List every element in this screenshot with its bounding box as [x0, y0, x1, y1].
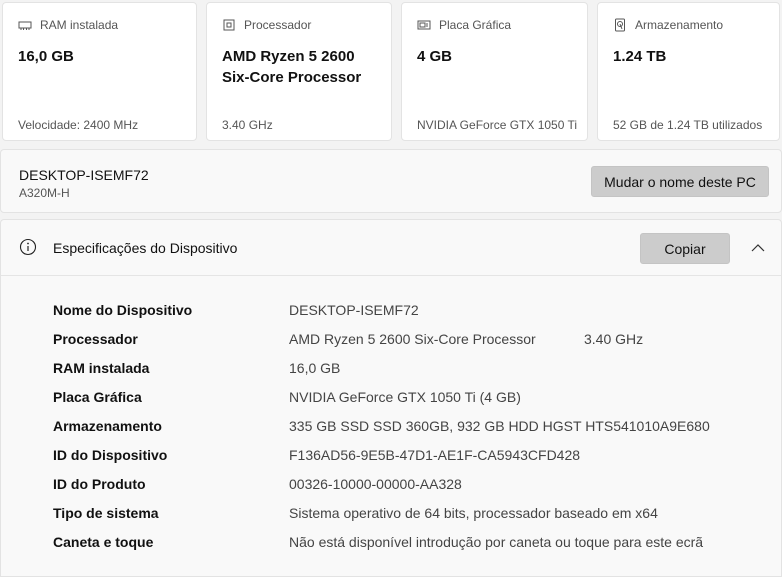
spec-row: Armazenamento 335 GB SSD SSD 360GB, 932 G…: [1, 414, 781, 443]
specs-title: Especificações do Dispositivo: [53, 240, 238, 256]
spec-row: ID do Produto 00326-10000-00000-AA328: [1, 472, 781, 501]
ram-card-value: 16,0 GB: [18, 48, 74, 65]
processor-card-footer: 3.40 GHz: [222, 118, 273, 132]
specs-list: Nome do Dispositivo DESKTOP-ISEMF72 Proces…: [1, 298, 781, 559]
processor-card: Processador AMD Ryzen 5 2600 Six-Core Pr…: [206, 2, 392, 141]
spec-value: 00326-10000-00000-AA328: [289, 476, 462, 492]
spec-label: Armazenamento: [53, 418, 162, 434]
graphics-card-header: Placa Gráfica: [417, 18, 511, 32]
spec-value-extra: 3.40 GHz: [584, 331, 644, 347]
spec-row: Placa Gráfica NVIDIA GeForce GTX 1050 Ti …: [1, 385, 781, 414]
spec-row: RAM instalada 16,0 GB: [1, 356, 781, 385]
graphics-card-title: Placa Gráfica: [439, 18, 512, 32]
spec-row: Processador AMD Ryzen 5 2600 Six-Core Pro…: [1, 327, 781, 356]
spec-label: RAM instalada: [53, 360, 150, 376]
copy-button[interactable]: Copiar: [640, 233, 730, 264]
spec-value: 16,0 GB: [289, 360, 341, 376]
spec-row: Nome do Dispositivo DESKTOP-ISEMF72: [1, 298, 781, 327]
processor-card-value: AMD Ryzen 5 2600 Six-Core Processor: [222, 48, 362, 86]
processor-card-title: Processador: [244, 18, 312, 32]
storage-card-header: Armazenamento: [613, 18, 723, 32]
storage-card-footer: 52 GB de 1.24 TB utilizados: [613, 118, 763, 132]
spec-row: Tipo de sistema Sistema operativo de 64 b…: [1, 501, 781, 530]
graphics-card: Placa Gráfica 4 GB NVIDIA GeForce GTX 10…: [401, 2, 588, 141]
pc-name: DESKTOP-ISEMF72: [19, 167, 149, 183]
ram-card-header: RAM instalada: [18, 18, 118, 32]
spec-row: Caneta e toque Não está disponível introd…: [1, 530, 781, 559]
storage-icon: [613, 18, 627, 32]
info-icon: [19, 238, 37, 256]
spec-value: Sistema operativo de 64 bits, processado…: [289, 505, 658, 521]
spec-label: Placa Gráfica: [53, 389, 142, 405]
device-specifications-panel: Especificações do Dispositivo Copiar Nom…: [0, 219, 782, 577]
spec-value: Não está disponível introdução por canet…: [289, 534, 704, 550]
spec-label: ID do Produto: [53, 476, 146, 492]
storage-card-value: 1.24 TB: [613, 48, 667, 65]
spec-row: ID do Dispositivo F136AD56-9E5B-47D1-AE1F…: [1, 443, 781, 472]
spec-value: NVIDIA GeForce GTX 1050 Ti (4 GB): [289, 389, 521, 405]
graphics-card-icon: [417, 18, 431, 32]
ram-card-footer: Velocidade: 2400 MHz: [18, 118, 139, 132]
graphics-card-value: 4 GB: [417, 48, 453, 65]
pc-name-bar: DESKTOP-ISEMF72 A320M-H Mudar o nome des…: [0, 149, 782, 213]
spec-label: Nome do Dispositivo: [53, 302, 193, 318]
spec-value: DESKTOP-ISEMF72: [289, 302, 419, 318]
rename-pc-button[interactable]: Mudar o nome deste PC: [591, 166, 769, 197]
specs-header[interactable]: Especificações do Dispositivo Copiar: [1, 220, 781, 276]
ram-icon: [18, 18, 32, 32]
storage-card-title: Armazenamento: [635, 18, 724, 32]
spec-value: F136AD56-9E5B-47D1-AE1F-CA5943CFD428: [289, 447, 581, 463]
ram-card-title: RAM instalada: [40, 18, 119, 32]
processor-icon: [222, 18, 236, 32]
ram-card: RAM instalada 16,0 GB Velocidade: 2400 M…: [2, 2, 197, 141]
hardware-summary-cards: RAM instalada 16,0 GB Velocidade: 2400 M…: [0, 0, 782, 142]
processor-card-header: Processador: [222, 18, 311, 32]
spec-value: AMD Ryzen 5 2600 Six-Core Processor: [289, 331, 536, 347]
pc-model: A320M-H: [19, 186, 70, 200]
chevron-up-icon[interactable]: [750, 240, 766, 256]
spec-value: 335 GB SSD SSD 360GB, 932 GB HDD HGST HT…: [289, 418, 710, 434]
spec-label: Caneta e toque: [53, 534, 154, 550]
graphics-card-footer: NVIDIA GeForce GTX 1050 Ti: [417, 118, 578, 132]
spec-label: Processador: [53, 331, 138, 347]
spec-label: Tipo de sistema: [53, 505, 159, 521]
storage-card: Armazenamento 1.24 TB 52 GB de 1.24 TB u…: [597, 2, 780, 141]
spec-label: ID do Dispositivo: [53, 447, 168, 463]
